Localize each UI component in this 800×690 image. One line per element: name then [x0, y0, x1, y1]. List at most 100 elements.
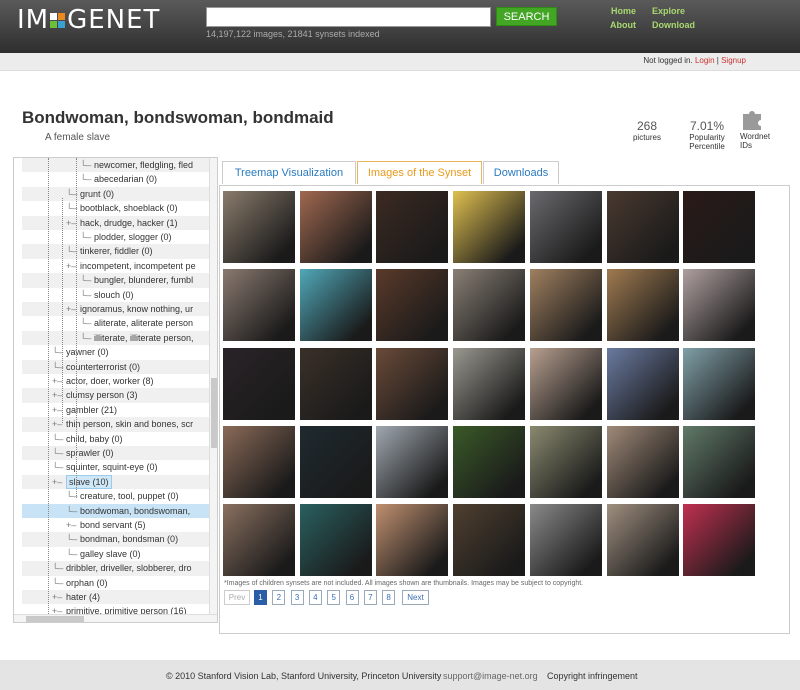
- nav-about[interactable]: About: [610, 20, 636, 30]
- expand-toggle-icon[interactable]: +–: [52, 604, 62, 614]
- tree-node-label[interactable]: hater (4): [66, 590, 100, 604]
- image-thumbnail[interactable]: [683, 269, 756, 342]
- tree-node-label[interactable]: illiterate, illiterate person,: [94, 331, 194, 345]
- image-thumbnail[interactable]: [529, 191, 602, 263]
- tree-node-label[interactable]: gambler (21): [66, 403, 117, 417]
- tree-node[interactable]: └– orphan (0): [22, 576, 209, 590]
- tree-node-label[interactable]: plodder, slogger (0): [94, 230, 172, 244]
- expand-toggle-icon[interactable]: +–: [66, 518, 76, 532]
- tree-node[interactable]: └– child, baby (0): [22, 432, 209, 446]
- tree-node[interactable]: +– gambler (21): [22, 403, 209, 417]
- image-thumbnail[interactable]: [299, 504, 372, 577]
- page-button[interactable]: 4: [308, 590, 322, 605]
- tree-node[interactable]: └– newcomer, fledgling, fled: [22, 158, 209, 173]
- tab-downloads[interactable]: Downloads: [483, 161, 559, 184]
- page-button[interactable]: 3: [290, 590, 304, 605]
- tree-node[interactable]: +– thin person, skin and bones, scr: [22, 417, 209, 432]
- tab-treemap[interactable]: Treemap Visualization: [222, 161, 356, 184]
- tree-node[interactable]: +– clumsy person (3): [22, 388, 209, 403]
- image-thumbnail[interactable]: [606, 191, 679, 263]
- signup-link[interactable]: Signup: [721, 56, 746, 65]
- image-thumbnail[interactable]: [223, 347, 295, 420]
- image-thumbnail[interactable]: [453, 347, 526, 420]
- image-thumbnail[interactable]: [376, 269, 449, 342]
- expand-toggle-icon[interactable]: +–: [52, 417, 62, 431]
- image-thumbnail[interactable]: [376, 425, 449, 498]
- tree-node-label[interactable]: grunt (0): [80, 187, 114, 201]
- tree-node[interactable]: └– illiterate, illiterate person,: [22, 330, 209, 346]
- tree-hscroll-thumb[interactable]: [26, 616, 84, 622]
- tree-vscroll-thumb[interactable]: [211, 378, 217, 448]
- nav-explore[interactable]: Explore: [652, 6, 685, 16]
- tree-node[interactable]: └– tinkerer, fiddler (0): [22, 244, 209, 259]
- image-thumbnail[interactable]: [223, 425, 295, 498]
- image-thumbnail[interactable]: [223, 191, 295, 263]
- imagenet-logo[interactable]: IM GENET: [17, 5, 160, 35]
- tree-node[interactable]: └– dribbler, driveller, slobberer, dro: [22, 561, 209, 576]
- nav-home[interactable]: Home: [611, 6, 636, 16]
- expand-toggle-icon[interactable]: +–: [52, 475, 62, 489]
- tree-node-label[interactable]: primitive, primitive person (16): [66, 604, 187, 614]
- tree-node-label[interactable]: sprawler (0): [66, 446, 114, 460]
- image-thumbnail[interactable]: [453, 191, 526, 263]
- image-thumbnail[interactable]: [299, 347, 372, 420]
- tab-images[interactable]: Images of the Synset: [357, 161, 482, 184]
- image-thumbnail[interactable]: [606, 347, 679, 420]
- image-thumbnail[interactable]: [683, 425, 756, 498]
- expand-toggle-icon[interactable]: +–: [66, 302, 76, 316]
- tree-node-label[interactable]: newcomer, fledgling, fled: [94, 158, 193, 172]
- tree-node[interactable]: └– bondwoman, bondswoman,: [22, 503, 209, 518]
- expand-toggle-icon[interactable]: +–: [52, 374, 62, 388]
- page-button[interactable]: 7: [363, 590, 377, 605]
- tree-node-label[interactable]: dribbler, driveller, slobberer, dro: [66, 561, 192, 575]
- tree-node-label[interactable]: galley slave (0): [80, 547, 141, 561]
- image-thumbnail[interactable]: [529, 425, 602, 498]
- image-thumbnail[interactable]: [453, 504, 526, 577]
- tree-horizontal-scrollbar[interactable]: [14, 614, 217, 622]
- page-button[interactable]: 8: [382, 590, 396, 605]
- tree-node-label[interactable]: orphan (0): [66, 576, 108, 590]
- image-thumbnail[interactable]: [223, 504, 295, 577]
- tree-node[interactable]: +– hater (4): [22, 590, 209, 605]
- image-thumbnail[interactable]: [376, 504, 449, 577]
- tree-node-label[interactable]: yawner (0): [66, 345, 109, 359]
- tree-node-label[interactable]: hack, drudge, hacker (1): [80, 216, 178, 230]
- tree-node[interactable]: └– aliterate, aliterate person: [22, 316, 209, 330]
- tree-node[interactable]: └– squinter, squint-eye (0): [22, 460, 209, 474]
- tree-node[interactable]: +– bond servant (5): [22, 518, 209, 532]
- search-button[interactable]: SEARCH: [496, 7, 557, 26]
- tree-node[interactable]: +– slave (10): [22, 474, 209, 490]
- search-input[interactable]: [206, 7, 491, 27]
- image-thumbnail[interactable]: [606, 425, 679, 498]
- image-thumbnail[interactable]: [299, 269, 372, 342]
- image-thumbnail[interactable]: [683, 191, 756, 263]
- tree-node-label[interactable]: actor, doer, worker (8): [66, 374, 154, 388]
- next-button[interactable]: Next: [402, 590, 429, 605]
- expand-toggle-icon[interactable]: +–: [52, 388, 62, 402]
- tree-node-label[interactable]: bondwoman, bondswoman,: [80, 504, 190, 518]
- footer-infringement-link[interactable]: Copyright infringement: [547, 671, 638, 681]
- tree-node-label[interactable]: aliterate, aliterate person: [94, 316, 193, 330]
- synset-tree-panel[interactable]: └– newcomer, fledgling, fled └– abecedarian…: [13, 157, 218, 623]
- prev-button[interactable]: Prev: [224, 590, 250, 605]
- footer-email-link[interactable]: support@image-net.org: [443, 671, 538, 681]
- tree-node[interactable]: └– sprawler (0): [22, 446, 209, 461]
- tree-node[interactable]: └– plodder, slogger (0): [22, 230, 209, 244]
- tree-node[interactable]: +– ignoramus, know nothing, ur: [22, 302, 209, 317]
- tree-node-label[interactable]: tinkerer, fiddler (0): [80, 244, 153, 258]
- image-thumbnail[interactable]: [453, 425, 526, 498]
- tree-node[interactable]: └– counterterrorist (0): [22, 359, 209, 374]
- tree-node[interactable]: +– incompetent, incompetent pe: [22, 259, 209, 273]
- tree-node-label[interactable]: bondman, bondsman (0): [80, 532, 178, 546]
- tree-node-label[interactable]: bond servant (5): [80, 518, 146, 532]
- tree-node-label[interactable]: squinter, squint-eye (0): [66, 460, 158, 474]
- tree-node[interactable]: +– hack, drudge, hacker (1): [22, 215, 209, 230]
- tree-node[interactable]: └– yawner (0): [22, 345, 209, 359]
- image-thumbnail[interactable]: [606, 269, 679, 342]
- tree-node[interactable]: └– abecedarian (0): [22, 172, 209, 186]
- expand-toggle-icon[interactable]: +–: [66, 259, 76, 273]
- image-thumbnail[interactable]: [683, 504, 756, 577]
- tree-node-label[interactable]: child, baby (0): [66, 432, 123, 446]
- tree-vertical-scrollbar[interactable]: [209, 158, 217, 614]
- wordnet-ids-label[interactable]: Wordnet IDs: [740, 132, 770, 150]
